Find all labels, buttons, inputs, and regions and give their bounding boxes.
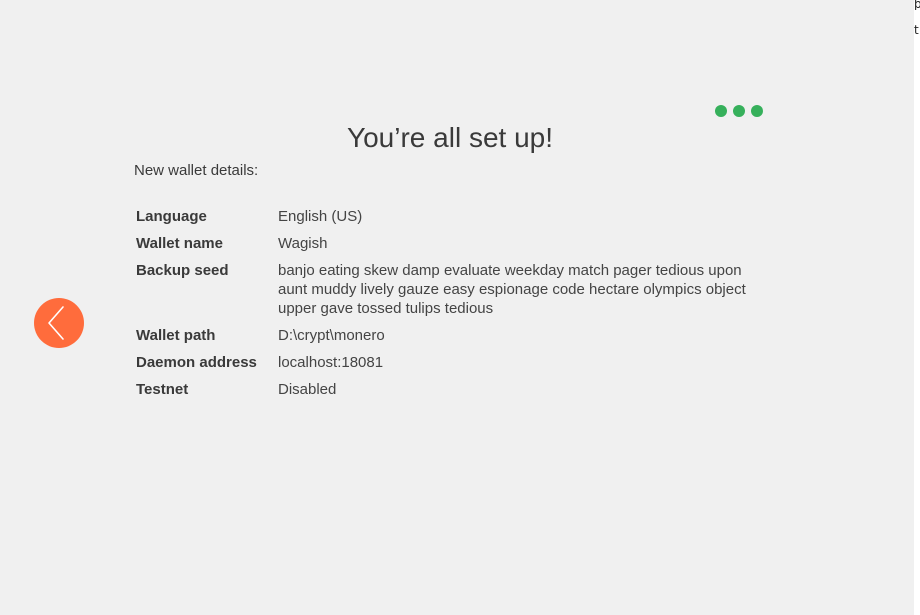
- detail-value: English (US): [278, 208, 363, 225]
- detail-value: D:\crypt\monero: [278, 327, 385, 344]
- edge-glyph: t: [914, 24, 919, 36]
- edge-glyph: þ: [914, 0, 920, 10]
- back-button[interactable]: [34, 298, 84, 348]
- window-edge: [914, 0, 920, 615]
- progress-dot: [733, 105, 745, 117]
- detail-value: banjo eating skew damp evaluate weekday …: [278, 262, 746, 317]
- progress-dot: [715, 105, 727, 117]
- detail-row-daemon-address: Daemon address localhost:18081: [136, 353, 756, 372]
- wallet-details-table: Language English (US) Wallet name Wagish…: [136, 207, 756, 407]
- detail-label: Testnet: [136, 381, 189, 398]
- page-title: You’re all set up!: [347, 122, 553, 153]
- detail-row-wallet-name: Wallet name Wagish: [136, 234, 756, 253]
- detail-row-testnet: Testnet Disabled: [136, 380, 756, 399]
- detail-value: Wagish: [278, 235, 328, 252]
- detail-label: Wallet name: [136, 235, 223, 252]
- detail-label: Language: [136, 208, 207, 225]
- section-subtitle: New wallet details:: [134, 162, 259, 179]
- detail-row-wallet-path: Wallet path D:\crypt\monero: [136, 326, 756, 345]
- progress-dot: [751, 105, 763, 117]
- detail-label: Backup seed: [136, 262, 229, 279]
- chevron-left-icon: [48, 306, 64, 340]
- detail-label: Wallet path: [136, 327, 216, 344]
- detail-value: Disabled: [278, 381, 337, 398]
- progress-indicator: [715, 105, 763, 117]
- detail-value: localhost:18081: [278, 354, 384, 371]
- detail-row-language: Language English (US): [136, 207, 756, 226]
- detail-row-backup-seed: Backup seed banjo eating skew damp evalu…: [136, 261, 756, 318]
- detail-label: Daemon address: [136, 354, 257, 371]
